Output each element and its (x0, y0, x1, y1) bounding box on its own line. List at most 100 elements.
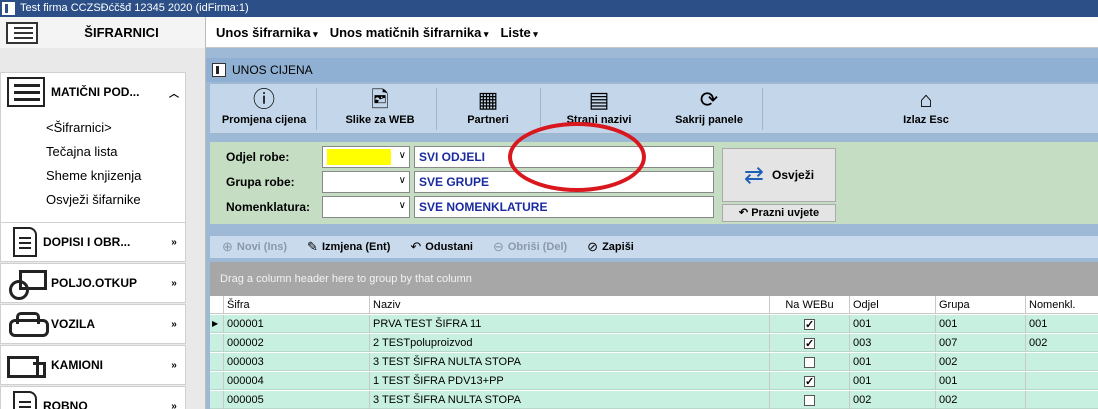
cell-nomenkl[interactable] (1026, 372, 1098, 390)
promjena-cijena-button[interactable]: ⓘ Promjena cijena (216, 84, 312, 134)
cell-nomenkl[interactable] (1026, 353, 1098, 371)
table-row[interactable]: ▶000001PRVA TEST ŠIFRA 11001001001 (210, 315, 1098, 333)
cell-naziv[interactable]: 1 TEST ŠIFRA PDV13+PP (370, 372, 770, 390)
cell-odjel[interactable]: 001 (850, 372, 936, 390)
sidebar-item-osvjezi-sifarnike[interactable]: Osvježi šifarnike (1, 188, 185, 212)
chevron-double-down-icon[interactable]: » (163, 401, 185, 409)
chevron-double-down-icon[interactable]: » (163, 360, 185, 371)
sidebar-group-kamioni[interactable]: KAMIONI » (0, 345, 186, 385)
row-indicator[interactable] (210, 372, 224, 390)
prazni-uvjete-label: Prazni uvjete (751, 207, 820, 219)
cell-grupa[interactable]: 002 (936, 391, 1026, 409)
cell-naziv[interactable]: 3 TEST ŠIFRA NULTA STOPA (370, 391, 770, 409)
izmjena-button[interactable]: ✎ Izmjena (Ent) (307, 239, 390, 255)
cell-odjel[interactable]: 002 (850, 391, 936, 409)
current-row-indicator-icon: ▶ (210, 315, 224, 333)
column-header-na-webu[interactable]: Na WEBu (770, 296, 850, 314)
na-webu-checkbox[interactable] (804, 335, 815, 352)
cell-odjel[interactable]: 003 (850, 334, 936, 352)
cell-nomenkl[interactable]: 002 (1026, 334, 1098, 352)
sidebar-header[interactable]: ŠIFRARNICI (0, 17, 206, 48)
cell-odjel[interactable]: 001 (850, 315, 936, 333)
row-indicator[interactable] (210, 391, 224, 409)
cell-naziv[interactable]: 3 TEST ŠIFRA NULTA STOPA (370, 353, 770, 371)
table-row[interactable]: 0000041 TEST ŠIFRA PDV13+PP 001001 (210, 372, 1098, 390)
cell-sifra[interactable]: 000001 (224, 315, 370, 333)
na-webu-checkbox[interactable] (804, 373, 815, 390)
document-icon (13, 227, 37, 257)
nomenklatura-value: SVE NOMENKLATURE (414, 196, 714, 218)
na-webu-checkbox[interactable] (804, 356, 815, 368)
column-header-grupa[interactable]: Grupa (936, 296, 1026, 314)
cell-grupa[interactable]: 002 (936, 353, 1026, 371)
cell-sifra[interactable]: 000004 (224, 372, 370, 390)
cell-na-webu[interactable] (770, 334, 850, 352)
cell-nomenkl[interactable] (1026, 391, 1098, 409)
table-row[interactable]: 0000022 TESTpoluproizvod 003007002 (210, 334, 1098, 352)
sidebar-item-sifrarnici[interactable]: <Šifrarnici> (1, 116, 185, 140)
sidebar-item-sheme-knjizenja[interactable]: Sheme knjizenja (1, 164, 185, 188)
cell-odjel[interactable]: 001 (850, 353, 936, 371)
sidebar-group-vozila[interactable]: VOZILA » (0, 304, 186, 344)
odustani-button[interactable]: ↶ Odustani (410, 239, 473, 255)
izlaz-button[interactable]: ⌂ Izlaz Esc (876, 84, 976, 134)
filter-row-nomenklatura: Nomenklatura: ∨ SVE NOMENKLATURE (210, 196, 720, 218)
plus-circle-icon: ⊕ (222, 239, 233, 254)
obrisi-button[interactable]: ⊖ Obriši (Del) (493, 239, 567, 255)
column-header-nomenkl[interactable]: Nomenkl. (1026, 296, 1098, 314)
cell-sifra[interactable]: 000005 (224, 391, 370, 409)
osvjezi-button[interactable]: ⇄ Osvježi (722, 148, 836, 202)
sidebar-group-dopisi[interactable]: DOPISI I OBR... » (0, 222, 186, 262)
cell-na-webu[interactable] (770, 315, 850, 333)
sidebar-group-robno[interactable]: ROBNO » (0, 386, 186, 409)
na-webu-checkbox[interactable] (804, 316, 815, 333)
toolbar-label: Slike za WEB (345, 114, 415, 126)
odjel-robe-dropdown[interactable]: ∨ (322, 146, 410, 168)
table-row[interactable]: 000005 3 TEST ŠIFRA NULTA STOPA 002 002 (210, 391, 1098, 409)
cell-naziv[interactable]: 2 TESTpoluproizvod (370, 334, 770, 352)
cell-na-webu[interactable] (770, 353, 850, 371)
sidebar-group-maticni[interactable]: MATIČNI POD... ︿ (0, 72, 186, 112)
prazni-uvjete-button[interactable]: ↶ Prazni uvjete (722, 204, 836, 222)
chevron-double-down-icon[interactable]: » (163, 278, 185, 289)
sakrij-panele-button[interactable]: ⟳ Sakrij panele (664, 84, 754, 134)
column-header-naziv[interactable]: Naziv (370, 296, 770, 314)
chevron-double-down-icon[interactable]: » (163, 319, 185, 330)
group-by-panel[interactable]: Drag a column header here to group by th… (210, 262, 1098, 296)
sidebar-group-poljo-otkup[interactable]: POLJO.OTKUP » (0, 263, 186, 303)
column-header-sifra[interactable]: Šifra (224, 296, 370, 314)
row-indicator[interactable] (210, 353, 224, 371)
column-header-odjel[interactable]: Odjel (850, 296, 936, 314)
app-logo-icon (212, 63, 226, 77)
cell-grupa[interactable]: 007 (936, 334, 1026, 352)
menu-unos-maticnih-sifrarnika[interactable]: Unos matičnih šifrarnika (330, 25, 489, 40)
grupa-robe-dropdown[interactable]: ∨ (322, 171, 410, 193)
strani-nazivi-button[interactable]: ▤ Strani nazivi (556, 84, 642, 134)
cell-grupa[interactable]: 001 (936, 315, 1026, 333)
table-row[interactable]: 000003 3 TEST ŠIFRA NULTA STOPA 001 002 (210, 353, 1098, 371)
cell-sifra[interactable]: 000002 (224, 334, 370, 352)
nomenklatura-dropdown[interactable]: ∨ (322, 196, 410, 218)
chevron-up-icon[interactable]: ︿ (163, 85, 185, 100)
slike-za-web-button[interactable]: 🖻 Slike za WEB (330, 84, 430, 134)
menu-icon[interactable] (6, 21, 38, 44)
toolbar-label: Strani nazivi (566, 114, 632, 126)
cell-na-webu[interactable] (770, 372, 850, 390)
sidebar-item-tecajna-lista[interactable]: Tečajna lista (1, 140, 185, 164)
cell-sifra[interactable]: 000003 (224, 353, 370, 371)
home-icon: ⌂ (919, 87, 933, 112)
cell-naziv[interactable]: PRVA TEST ŠIFRA 11 (370, 315, 770, 333)
zapisi-button[interactable]: ⊘ Zapiši (587, 239, 634, 255)
menu-liste[interactable]: Liste (500, 25, 537, 40)
menu-unos-sifrarnika[interactable]: Unos šifrarnika (216, 25, 318, 40)
cell-nomenkl[interactable]: 001 (1026, 315, 1098, 333)
chevron-double-down-icon[interactable]: » (163, 237, 185, 248)
novi-button[interactable]: ⊕ Novi (Ins) (222, 239, 287, 255)
row-indicator[interactable] (210, 334, 224, 352)
grupa-robe-value: SVE GRUPE (414, 171, 714, 193)
cell-grupa[interactable]: 001 (936, 372, 1026, 390)
na-webu-checkbox[interactable] (804, 394, 815, 406)
sidebar-group-label: DOPISI I OBR... (43, 235, 131, 249)
cell-na-webu[interactable] (770, 391, 850, 409)
partneri-button[interactable]: ▦ Partneri (450, 84, 526, 134)
